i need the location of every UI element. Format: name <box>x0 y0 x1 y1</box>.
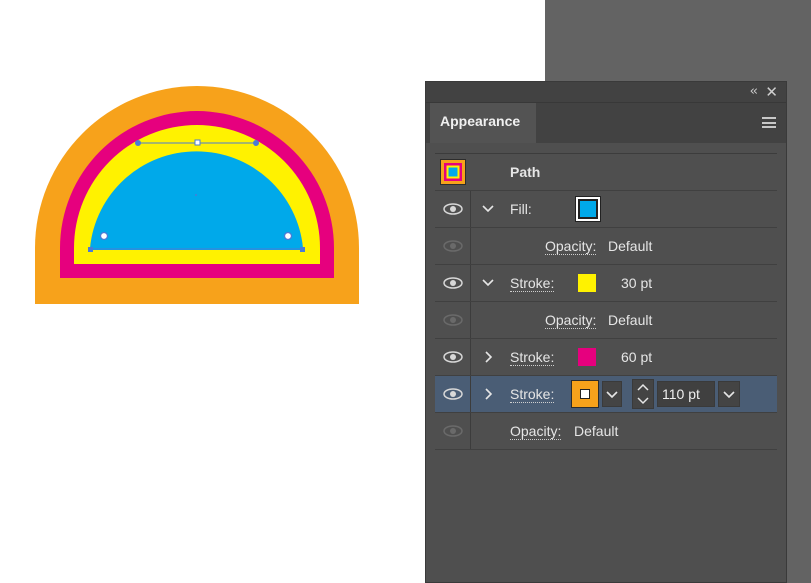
menu-icon[interactable] <box>762 117 776 128</box>
panel-titlebar[interactable]: ‹‹ ✕ <box>426 82 786 103</box>
object-opacity-row[interactable]: Opacity: Default <box>435 413 777 450</box>
path-label: Path <box>510 164 541 180</box>
fill-label: Fill: <box>510 201 532 217</box>
object-opacity-label[interactable]: Opacity: <box>510 423 562 440</box>
stroke-opacity-value: Default <box>608 312 653 328</box>
stroke-orange-row[interactable]: Stroke: <box>435 376 777 413</box>
stroke-magenta-weight: 60 pt <box>621 349 653 365</box>
stroke-weight-input[interactable] <box>657 381 715 407</box>
eye-icon-dim[interactable] <box>443 240 463 252</box>
tab-appearance[interactable]: Appearance <box>430 103 536 143</box>
fill-color-swatch[interactable] <box>575 196 601 222</box>
eye-icon[interactable] <box>443 351 463 363</box>
stroke-label[interactable]: Stroke: <box>510 386 555 403</box>
eye-icon[interactable] <box>443 388 463 400</box>
stroke-yellow-weight: 30 pt <box>621 275 653 291</box>
panel-tabbar: Appearance <box>426 103 786 143</box>
path-thumbnail-icon <box>440 159 466 185</box>
chevron-right-icon[interactable] <box>484 351 496 365</box>
stroke-label[interactable]: Stroke: <box>510 349 555 366</box>
collapse-icon[interactable]: ‹‹ <box>750 84 759 99</box>
fill-opacity-value: Default <box>608 238 653 254</box>
stroke-yellow-opacity-row[interactable]: Opacity: Default <box>435 302 777 339</box>
close-icon[interactable]: ✕ <box>765 83 778 101</box>
stroke-weight-dropdown[interactable] <box>718 381 740 407</box>
chevron-down-icon[interactable] <box>482 278 494 292</box>
eye-icon[interactable] <box>443 203 463 215</box>
stroke-magenta-row[interactable]: Stroke: 60 pt <box>435 339 777 376</box>
fill-opacity-label[interactable]: Opacity: <box>545 238 597 255</box>
artwork-half-circle[interactable] <box>0 0 420 330</box>
stroke-yellow-row[interactable]: Stroke: 30 pt <box>435 265 777 302</box>
stroke-label[interactable]: Stroke: <box>510 275 555 292</box>
fill-opacity-row[interactable]: Opacity: Default <box>435 228 777 265</box>
eye-icon[interactable] <box>443 277 463 289</box>
chevron-right-icon[interactable] <box>484 388 496 402</box>
eye-icon-dim[interactable] <box>443 425 463 437</box>
stroke-weight-stepper[interactable] <box>632 379 654 409</box>
stroke-yellow-swatch[interactable] <box>578 274 596 292</box>
fill-row[interactable]: Fill: <box>435 191 777 228</box>
stroke-color-dropdown[interactable] <box>602 381 622 407</box>
object-opacity-value: Default <box>574 423 619 439</box>
path-row[interactable]: Path <box>435 154 777 191</box>
stroke-opacity-label[interactable]: Opacity: <box>545 312 597 329</box>
chevron-down-icon[interactable] <box>482 204 494 218</box>
stroke-orange-swatch[interactable] <box>571 380 599 408</box>
eye-icon-dim[interactable] <box>443 314 463 326</box>
appearance-panel: ‹‹ ✕ Appearance Path Fill: Opacity: Defa… <box>425 81 787 583</box>
appearance-rows: Path Fill: Opacity: Default Stroke: 30 p… <box>435 153 777 450</box>
stroke-magenta-swatch[interactable] <box>578 348 596 366</box>
